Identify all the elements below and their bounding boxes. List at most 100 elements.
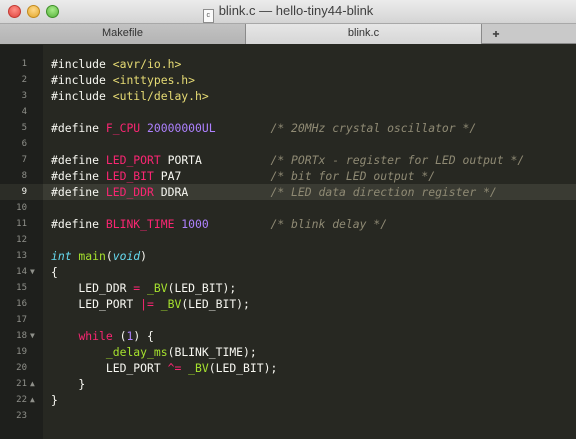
- code-line: #include <avr/io.h>: [51, 56, 181, 72]
- code-line: _delay_ms(BLINK_TIME);: [51, 344, 257, 360]
- punctuation: }: [51, 393, 58, 407]
- fold-up-icon[interactable]: ▲: [30, 392, 35, 408]
- line-number: 11: [16, 219, 27, 229]
- fold-down-icon[interactable]: ▼: [30, 328, 35, 344]
- code-text: LED_PORT: [51, 297, 141, 311]
- code-line: #define LED_PORT PORTA /* PORTx - regist…: [51, 152, 524, 168]
- code-line: while (1) {: [51, 328, 154, 344]
- macro-name: F_CPU: [99, 121, 141, 135]
- macro-name: LED_DDR: [99, 185, 154, 199]
- line-number: 22: [16, 395, 27, 405]
- code-line: #define LED_BIT PA7 /* bit for LED outpu…: [51, 168, 435, 184]
- line-number: 6: [21, 139, 27, 149]
- include-path: <avr/io.h>: [105, 57, 182, 71]
- preprocessor-directive: #define: [51, 153, 100, 167]
- tab-bar: Makefile blink.c ✚: [0, 24, 576, 44]
- tab-blink-c[interactable]: blink.c: [246, 24, 482, 44]
- macro-value: PA7: [153, 169, 182, 183]
- line-number: 5: [21, 123, 27, 133]
- code-line: {: [51, 264, 58, 280]
- code-line: LED_PORT |= _BV(LED_BIT);: [51, 296, 250, 312]
- code-comment: /* PORTx - register for LED output */: [270, 153, 525, 167]
- code-text: (LED_BIT);: [208, 361, 278, 375]
- function-call: _BV: [188, 361, 209, 375]
- line-number-current: 9: [0, 184, 43, 200]
- line-number: 12: [16, 235, 27, 245]
- code-comment: /* 20MHz crystal oscillator */: [270, 121, 477, 135]
- preprocessor-directive: #define: [51, 169, 100, 183]
- macro-name: LED_PORT: [99, 153, 161, 167]
- code-editor[interactable]: #include <avr/io.h> #include <inttypes.h…: [43, 45, 576, 439]
- title-bar: c blink.c — hello-tiny44-blink: [0, 0, 576, 24]
- operator: ^=: [167, 361, 182, 375]
- window-title: c blink.c — hello-tiny44-blink: [0, 3, 576, 23]
- code-text: (LED_BIT);: [181, 297, 250, 311]
- preprocessor-directive: #define: [51, 217, 100, 231]
- code-comment: /* LED data direction register */: [270, 185, 497, 199]
- code-line: int main(void): [51, 248, 147, 264]
- code-text: LED_DDR: [51, 281, 134, 295]
- code-line: LED_DDR = _BV(LED_BIT);: [51, 280, 236, 296]
- number-literal: 20000000UL: [140, 121, 216, 135]
- code-line: }: [51, 376, 85, 392]
- control-keyword: while: [78, 329, 113, 343]
- line-number: 19: [16, 347, 27, 357]
- type-keyword: void: [112, 249, 141, 263]
- window-title-text: blink.c — hello-tiny44-blink: [218, 3, 374, 18]
- function-call: _BV: [160, 297, 182, 311]
- fold-down-icon[interactable]: ▼: [30, 264, 35, 280]
- preprocessor-directive: #include: [51, 73, 106, 87]
- line-number: 20: [16, 363, 27, 373]
- line-number-gutter: 1 2 3 4 5 6 7 8 9 10 11 12 13 14 15 16 1…: [0, 45, 43, 439]
- line-number: 16: [16, 299, 27, 309]
- punctuation: (: [105, 249, 113, 263]
- function-name: main: [71, 249, 106, 263]
- code-line: #include <util/delay.h>: [51, 88, 209, 104]
- code-line: #include <inttypes.h>: [51, 72, 195, 88]
- code-line: #define BLINK_TIME 1000 /* blink delay *…: [51, 216, 387, 232]
- line-number: 17: [16, 315, 27, 325]
- preprocessor-directive: #define: [51, 185, 100, 199]
- punctuation: {: [51, 265, 58, 279]
- new-tab-button[interactable]: ✚: [482, 24, 510, 44]
- code-text: ) {: [133, 329, 154, 343]
- line-number: 4: [21, 107, 27, 117]
- line-number: 1: [21, 59, 27, 69]
- code-text: (LED_BIT);: [167, 281, 237, 295]
- code-line: LED_PORT ^= _BV(LED_BIT);: [51, 360, 277, 376]
- number-literal: 1000: [174, 217, 209, 231]
- line-number: 23: [16, 411, 27, 421]
- line-number: 14: [16, 267, 27, 277]
- line-number: 7: [21, 155, 27, 165]
- code-comment: /* bit for LED output */: [270, 169, 436, 183]
- preprocessor-directive: #define: [51, 121, 100, 135]
- line-number: 13: [16, 251, 27, 261]
- tab-makefile[interactable]: Makefile: [0, 24, 246, 44]
- line-number: 15: [16, 283, 27, 293]
- macro-value: DDRA: [153, 185, 189, 199]
- line-number: 18: [16, 331, 27, 341]
- macro-name: BLINK_TIME: [99, 217, 175, 231]
- type-keyword: int: [51, 249, 72, 263]
- code-comment: /* blink delay */: [270, 217, 388, 231]
- macro-value: PORTA: [160, 153, 202, 167]
- include-path: <inttypes.h>: [105, 73, 196, 87]
- code-line: }: [51, 392, 58, 408]
- line-number: 3: [21, 91, 27, 101]
- preprocessor-directive: #include: [51, 89, 106, 103]
- c-file-icon: c: [202, 9, 214, 23]
- line-number: 2: [21, 75, 27, 85]
- preprocessor-directive: #include: [51, 57, 106, 71]
- code-line-current: #define LED_DDR DDRA /* LED data directi…: [51, 184, 497, 200]
- fold-up-icon[interactable]: ▲: [30, 376, 35, 392]
- function-call: _delay_ms: [105, 345, 168, 359]
